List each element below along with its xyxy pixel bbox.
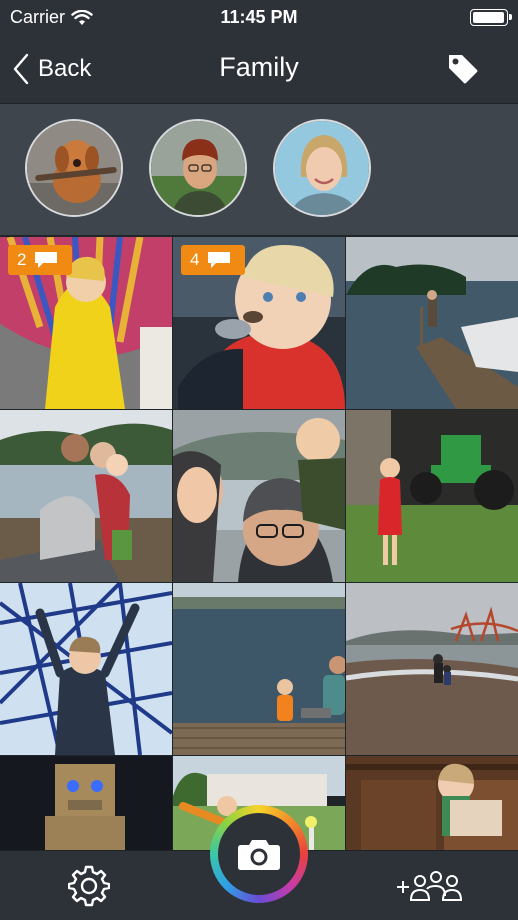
comment-count: 4 [190,250,200,269]
comment-count: 2 [17,250,27,269]
battery-level [473,12,504,23]
face-thumbnail-man[interactable] [149,119,247,217]
back-label: Back [38,55,92,82]
photo-tile[interactable] [0,583,172,755]
face-thumbnail-woman[interactable] [273,119,371,217]
camera-button-inner [218,813,300,895]
tag-icon[interactable] [446,52,480,86]
photo-rope-climb [0,583,172,755]
photo-bay-pier [173,583,345,755]
photo-lake-dock [346,237,518,409]
status-bar: Carrier 11:45 PM [0,0,518,34]
photo-beach-bridge [346,583,518,755]
photo-family-selfie [173,410,345,582]
photo-tile[interactable]: 2 [0,237,172,409]
woman-photo [275,121,369,215]
camera-icon [238,840,280,870]
photo-tile[interactable] [346,583,518,755]
photo-tile[interactable] [0,410,172,582]
photo-family-lake [0,410,172,582]
photo-child-cabinet [346,756,518,850]
photo-tile[interactable] [346,237,518,409]
navigation-bar: Back Family [0,34,518,104]
gear-icon[interactable] [68,865,110,907]
photo-tile[interactable]: 4 [173,237,345,409]
clock: 11:45 PM [220,7,298,27]
photo-tile[interactable] [173,410,345,582]
speech-bubble-icon [35,252,58,268]
man-photo [151,121,245,215]
dog-photo [27,121,121,215]
comment-count-badge: 4 [181,245,245,275]
comment-count-badge: 2 [8,245,72,275]
add-people-icon[interactable] [396,869,462,903]
photo-robot-costume [0,756,172,850]
photo-child-tractor [346,410,518,582]
photo-tile[interactable] [346,756,518,850]
battery-icon [470,9,512,26]
photo-tile[interactable] [0,756,172,850]
face-thumbnail-dog[interactable] [25,119,123,217]
photo-grid: 2 4 [0,235,518,850]
photo-tile[interactable] [173,583,345,755]
chevron-left-icon [13,53,29,85]
photo-tile[interactable] [346,410,518,582]
faces-strip [0,104,518,235]
camera-button[interactable] [210,805,308,903]
speech-bubble-icon [208,252,231,268]
back-button[interactable]: Back [12,48,91,90]
